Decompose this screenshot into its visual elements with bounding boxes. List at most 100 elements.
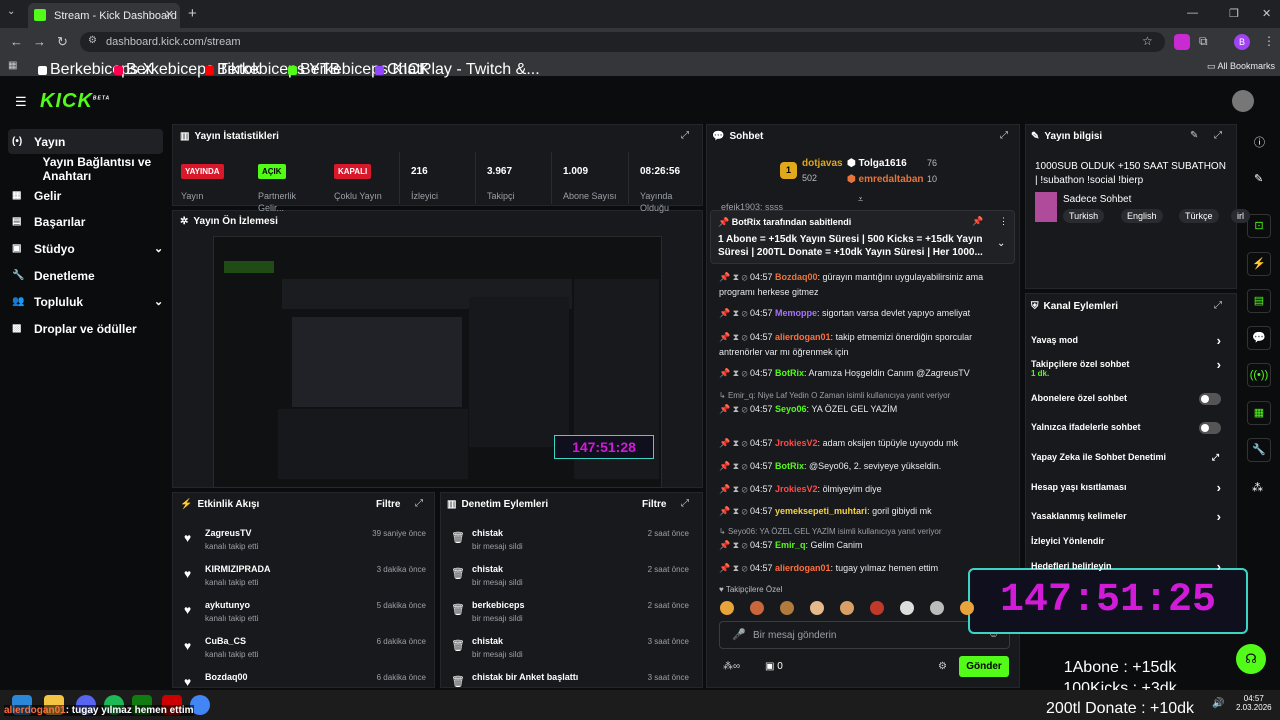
bookmark-star-icon[interactable]: ☆ xyxy=(1142,34,1153,48)
channel-action[interactable]: Hedefleri belirleyin › xyxy=(1031,561,1231,571)
back-icon[interactable]: ← xyxy=(10,34,23,49)
timeout-icon[interactable]: ⧗ xyxy=(733,540,739,550)
activity-item[interactable]: ♥ CuBa_CS kanalı takip etti 6 dakika önce xyxy=(180,636,430,666)
pin-icon[interactable]: 📌 xyxy=(719,404,730,414)
activity-item[interactable]: ♥ Bozdaq00 6 dakika önce xyxy=(180,672,430,702)
chat-username[interactable]: JrokiesV2 xyxy=(775,484,818,494)
activity-item[interactable]: ♥ ZagreusTV kanalı takip etti 39 saniye önc… xyxy=(180,528,430,558)
emote-icon[interactable] xyxy=(750,601,764,615)
edit-info-icon[interactable]: ✎ xyxy=(1190,130,1198,141)
hamburger-menu-icon[interactable]: ☰ xyxy=(15,94,27,110)
ban-icon[interactable]: ⊘ xyxy=(742,563,748,573)
nav-item[interactable]: Yayın Bağlantısı ve Anahtarı xyxy=(8,155,163,183)
minimize-icon[interactable]: — xyxy=(1187,7,1198,19)
chat-username[interactable]: JrokiesV2 xyxy=(775,438,818,448)
gifter-1[interactable]: ⬢ Tolga1616 xyxy=(847,158,907,169)
chat-message[interactable]: ↳ Seyo06: YA ÖZEL GEL YAZİM isimli kulla… xyxy=(719,527,1009,553)
ban-icon[interactable]: ⊘ xyxy=(742,332,748,342)
channel-action[interactable]: İzleyici Yönlendir xyxy=(1031,536,1231,546)
toggle-switch[interactable] xyxy=(1199,393,1221,405)
pin-icon[interactable]: 📌 xyxy=(719,506,730,516)
stream-tag[interactable]: Turkish xyxy=(1063,209,1105,223)
profile-avatar[interactable]: B xyxy=(1234,34,1250,50)
timeout-icon[interactable]: ⧗ xyxy=(733,404,739,414)
nav-item[interactable]: ▩ Droplar ve ödüller xyxy=(8,316,163,341)
info-icon[interactable]: ⓘ xyxy=(1254,134,1265,150)
chat-input[interactable]: 🎤 Bir mesaj gönderin ☺ xyxy=(719,621,1010,649)
channel-action[interactable]: Yasaklanmış kelimeler › xyxy=(1031,509,1231,524)
timeout-icon[interactable]: ⧗ xyxy=(733,563,739,573)
chat-username[interactable]: alierdogan01 xyxy=(775,563,831,573)
activity-item[interactable]: ♥ KIRMIZIPRADA kanalı takip etti 3 dakika ö… xyxy=(180,564,430,594)
chat-message[interactable]: 📌 ⧗ ⊘ 04:57 alierdogan01: takip etmemizi… xyxy=(719,330,1009,360)
ban-icon[interactable]: ⊘ xyxy=(742,272,748,282)
url-input[interactable]: dashboard.kick.com/stream xyxy=(80,32,1165,52)
chat-username[interactable]: BotRix xyxy=(775,368,804,378)
ban-icon[interactable]: ⊘ xyxy=(742,540,748,550)
pin-icon[interactable]: 📌 xyxy=(719,461,730,471)
wrench-icon[interactable]: 🔧 xyxy=(1247,438,1271,462)
emote-icon[interactable] xyxy=(810,601,824,615)
pin-icon[interactable]: 📌 xyxy=(719,484,730,494)
apps-grid-icon[interactable]: ▦ xyxy=(8,60,17,71)
chat-tools-icon[interactable]: ⁂∞ xyxy=(723,661,740,672)
layout-icon[interactable]: ▦ xyxy=(1247,401,1271,425)
nav-item[interactable]: ▦ Gelir xyxy=(8,183,163,208)
ban-icon[interactable]: ⊘ xyxy=(742,308,748,318)
pin-icon[interactable]: 📌 xyxy=(719,540,730,550)
moderation-item[interactable]: 🗑 chistak bir Anket başlattı 3 saat önce xyxy=(447,672,697,702)
chat-message[interactable]: 📌 ⧗ ⊘ 04:57 BotRix: @Seyo06, 2. seviyeye… xyxy=(719,459,1009,474)
close-tab-icon[interactable]: ✕ xyxy=(165,8,174,21)
new-tab-icon[interactable]: + xyxy=(188,5,197,22)
nav-item[interactable]: ▣ Stüdyo ⌄ xyxy=(8,236,163,261)
toggle-switch[interactable] xyxy=(1199,422,1221,434)
moderation-item[interactable]: 🗑 chistak bir mesajı sildi 3 saat önce xyxy=(447,636,697,666)
all-bookmarks[interactable]: ▭ All Bookmarks xyxy=(1207,61,1275,72)
timeout-icon[interactable]: ⧗ xyxy=(733,484,739,494)
moderation-item[interactable]: 🗑 chistak bir mesajı sildi 2 saat önce xyxy=(447,528,697,558)
pin-icon[interactable]: 📌 xyxy=(719,332,730,342)
timeout-icon[interactable]: ⧗ xyxy=(733,272,739,282)
channel-actions-popout-icon[interactable]: ⤢ xyxy=(1214,300,1222,311)
pin-icon[interactable]: 📌 xyxy=(719,438,730,448)
moderation-filter-button[interactable]: Filtre xyxy=(642,499,666,510)
top-gifter-name[interactable]: dotjavas xyxy=(802,158,843,169)
ban-icon[interactable]: ⊘ xyxy=(742,506,748,516)
popout-icon[interactable]: ⤢ xyxy=(681,130,689,141)
nav-item[interactable]: ▤ Başarılar xyxy=(8,209,163,234)
forward-icon[interactable]: → xyxy=(33,34,46,49)
clock[interactable]: 04:57 2.03.2026 xyxy=(1236,694,1272,712)
maximize-icon[interactable]: ❐ xyxy=(1229,7,1239,20)
chat-message[interactable]: 📌 ⧗ ⊘ 04:57 JrokiesV2: ölmiyeyim diye xyxy=(719,482,1009,497)
emote-icon[interactable] xyxy=(720,601,734,615)
volume-icon[interactable]: 🔊 xyxy=(1212,698,1224,709)
channel-action[interactable]: Takipçilere özel sohbet 1 dk. › xyxy=(1031,357,1231,378)
screenshot-icon[interactable]: ⊡ xyxy=(1247,214,1271,238)
pin-icon[interactable]: 📌 xyxy=(719,368,730,378)
pin-icon[interactable]: 📌 xyxy=(719,272,730,282)
channel-action[interactable]: Yavaş mod › xyxy=(1031,333,1231,348)
pencil-icon[interactable]: ✎ xyxy=(1254,172,1263,185)
timeout-icon[interactable]: ⧗ xyxy=(733,438,739,448)
ban-icon[interactable]: ⊘ xyxy=(742,404,748,414)
bookmark-item[interactable]: ChatPlay - Twitch &... xyxy=(375,61,540,79)
ban-icon[interactable]: ⊘ xyxy=(742,368,748,378)
activity-filter-button[interactable]: Filtre xyxy=(376,499,400,510)
chat-message[interactable]: 📌 ⧗ ⊘ 04:57 JrokiesV2: adam oksijen tüpü… xyxy=(719,436,1009,451)
channel-action[interactable]: Yalnızca ifadelerle sohbet xyxy=(1031,422,1231,434)
chat-username[interactable]: Bozdaq00 xyxy=(775,272,818,282)
collapse-leaderboard-icon[interactable]: ⩡ xyxy=(858,194,863,205)
moderation-item[interactable]: 🗑 chistak bir mesajı sildi 2 saat önce xyxy=(447,564,697,594)
chat-popout-icon[interactable]: ⤢ xyxy=(1000,130,1008,141)
chat-username[interactable]: BotRix xyxy=(775,461,804,471)
nav-item[interactable]: 🔧 Denetleme xyxy=(8,263,163,288)
emote-icon[interactable] xyxy=(780,601,794,615)
emote-icon[interactable] xyxy=(840,601,854,615)
pin-icon[interactable]: 📌 xyxy=(719,308,730,318)
chat-message[interactable]: 📌 ⧗ ⊘ 04:57 BotRix: Aramıza Hoşgeldin Ca… xyxy=(719,366,1009,381)
broadcast-icon[interactable]: ((•)) xyxy=(1247,363,1271,387)
chat-bubble-icon[interactable]: 💬 xyxy=(1247,326,1271,350)
emote-icon[interactable] xyxy=(960,601,974,615)
extension-icon[interactable] xyxy=(1174,34,1190,50)
chat-message[interactable]: 📌 ⧗ ⊘ 04:57 Memoppe: sigortan varsa devl… xyxy=(719,306,1009,321)
